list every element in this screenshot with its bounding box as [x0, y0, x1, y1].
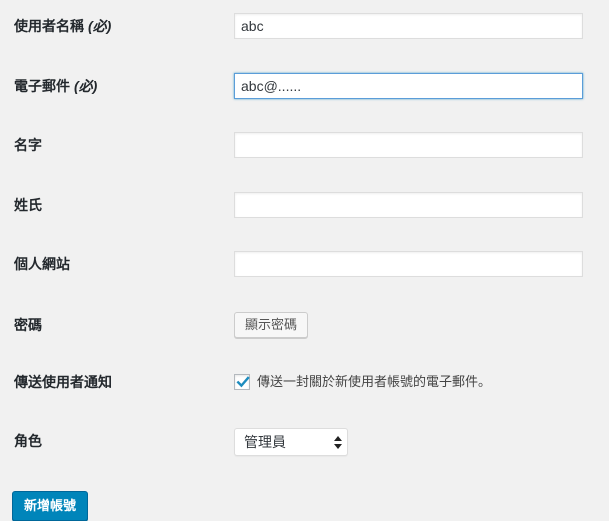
email-required-marker: (必)	[74, 78, 98, 94]
password-label: 密碼	[14, 317, 42, 333]
website-label: 個人網站	[14, 256, 70, 272]
first-name-input[interactable]	[234, 132, 583, 158]
first-name-label: 名字	[14, 137, 42, 153]
email-label: 電子郵件 (必)	[14, 76, 97, 96]
role-label: 角色	[14, 433, 42, 449]
send-notification-label: 傳送使用者通知	[14, 374, 112, 390]
send-notification-checkbox[interactable]	[234, 374, 250, 390]
username-label-text: 使用者名稱	[14, 18, 84, 34]
send-notification-option[interactable]: 傳送一封關於新使用者帳號的電子郵件。	[234, 372, 491, 392]
email-input[interactable]	[234, 73, 583, 99]
show-password-button[interactable]: 顯示密碼	[234, 312, 309, 338]
role-select-value: 管理員	[244, 434, 286, 450]
select-arrows-icon	[334, 436, 342, 449]
email-label-text: 電子郵件	[14, 78, 70, 94]
last-name-label: 姓氏	[14, 197, 42, 213]
website-input[interactable]	[234, 251, 583, 277]
username-label: 使用者名稱 (必)	[14, 16, 111, 36]
role-select[interactable]: 管理員	[234, 428, 348, 456]
send-notification-checkbox-label: 傳送一封關於新使用者帳號的電子郵件。	[257, 374, 492, 389]
username-input[interactable]	[234, 13, 583, 39]
checkmark-icon	[236, 376, 250, 388]
username-required-marker: (必)	[88, 18, 112, 34]
last-name-input[interactable]	[234, 192, 583, 218]
